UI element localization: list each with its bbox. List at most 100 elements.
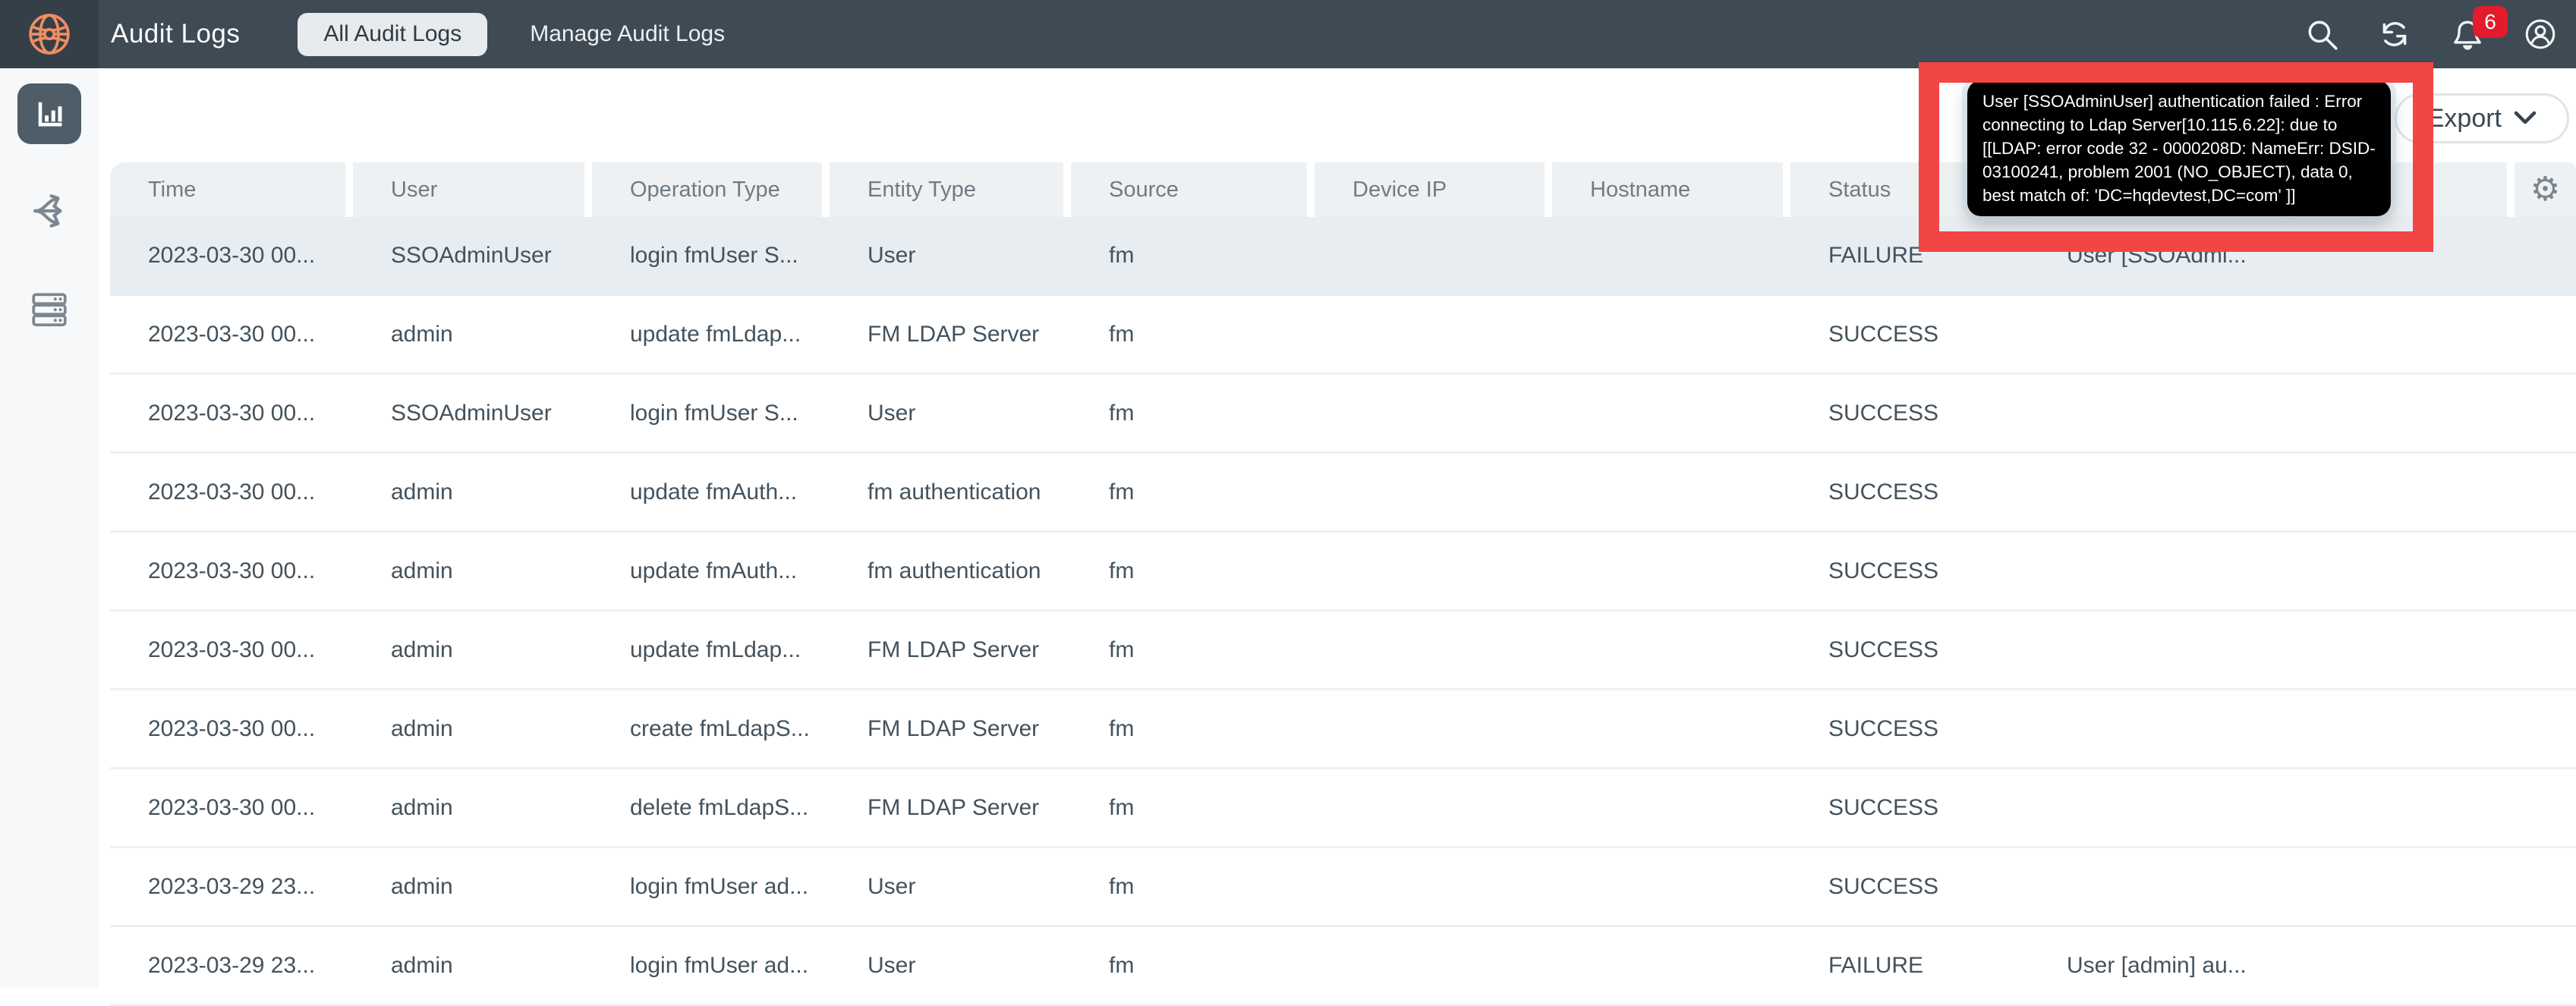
cell-entity: User: [830, 401, 1071, 426]
table-row[interactable]: 2023-03-30 00...SSOAdminUserlogin fmUser…: [110, 217, 2576, 296]
branch-arrows-icon: [29, 190, 70, 231]
cell-status: FAILURE: [1790, 243, 2029, 269]
table-row[interactable]: 2023-03-30 00...admincreate fmLdapS...FM…: [110, 690, 2576, 769]
cell-message: User [admin] au...: [2029, 953, 2515, 979]
cell-operation: update fmAuth...: [592, 479, 830, 505]
search-icon[interactable]: [2304, 17, 2339, 52]
app-logo[interactable]: [0, 0, 99, 68]
cell-operation: login fmUser S...: [592, 401, 830, 426]
server-stack-icon: [29, 289, 70, 330]
cell-source: fm: [1071, 479, 1315, 505]
table-row[interactable]: 2023-03-30 00...adminupdate fmAuth...fm …: [110, 454, 2576, 533]
table-row[interactable]: 2023-03-30 00...adminupdate fmLdap...FM …: [110, 296, 2576, 375]
table-row[interactable]: 2023-03-29 23...adminlogin fmUser ad...U…: [110, 927, 2576, 1006]
tab-all-audit-logs[interactable]: All Audit Logs: [298, 13, 487, 56]
cell-user: admin: [353, 953, 592, 979]
column-header-entity-type[interactable]: Entity Type: [830, 162, 1071, 217]
cell-operation: update fmLdap...: [592, 322, 830, 347]
cell-entity: FM LDAP Server: [830, 637, 1071, 663]
cell-time: 2023-03-30 00...: [110, 795, 353, 821]
cell-user: SSOAdminUser: [353, 401, 592, 426]
cell-source: fm: [1071, 874, 1315, 900]
error-tooltip: User [SSOAdminUser] authentication faile…: [1967, 80, 2391, 216]
cell-time: 2023-03-30 00...: [110, 558, 353, 584]
table-row[interactable]: 2023-03-30 00...admindelete fmLdapS...FM…: [110, 769, 2576, 848]
tab-manage-audit-logs-label: Manage Audit Logs: [530, 21, 725, 46]
cell-status: FAILURE: [1790, 953, 2029, 979]
error-tooltip-line: User [SSOAdminUser] authentication faile…: [1982, 90, 2376, 113]
column-header-user[interactable]: User: [353, 162, 592, 217]
cell-operation: update fmAuth...: [592, 558, 830, 584]
cell-user: admin: [353, 795, 592, 821]
table-row[interactable]: 2023-03-30 00...adminupdate fmAuth...fm …: [110, 533, 2576, 611]
cell-source: fm: [1071, 322, 1315, 347]
cell-operation: login fmUser ad...: [592, 874, 830, 900]
error-tooltip-line: 03100241, problem 2001 (NO_OBJECT), data…: [1982, 160, 2376, 184]
cell-entity: User: [830, 953, 1071, 979]
column-header-hostname[interactable]: Hostname: [1552, 162, 1790, 217]
cell-source: fm: [1071, 795, 1315, 821]
cell-entity: fm authentication: [830, 558, 1071, 584]
cell-status: SUCCESS: [1790, 401, 2029, 426]
chevron-down-icon: [2514, 111, 2537, 126]
column-header-time[interactable]: Time: [110, 162, 353, 217]
bar-chart-icon: [31, 96, 68, 132]
tab-manage-audit-logs[interactable]: Manage Audit Logs: [530, 21, 725, 47]
error-tooltip-line: [[LDAP: error code 32 - 0000208D: NameEr…: [1982, 137, 2376, 160]
header-actions: 6: [2304, 17, 2576, 52]
cell-entity: User: [830, 874, 1071, 900]
column-settings-button[interactable]: ⚙: [2515, 162, 2576, 217]
cell-user: admin: [353, 479, 592, 505]
cell-entity: FM LDAP Server: [830, 716, 1071, 742]
cell-time: 2023-03-30 00...: [110, 716, 353, 742]
cell-time: 2023-03-30 00...: [110, 479, 353, 505]
cell-status: SUCCESS: [1790, 558, 2029, 584]
cell-status: SUCCESS: [1790, 795, 2029, 821]
cell-status: SUCCESS: [1790, 322, 2029, 347]
cell-operation: login fmUser ad...: [592, 953, 830, 979]
sidebar-item-branch-arrows[interactable]: [29, 190, 70, 231]
cell-operation: delete fmLdapS...: [592, 795, 830, 821]
column-header-source[interactable]: Source: [1071, 162, 1315, 217]
cell-source: fm: [1071, 243, 1315, 269]
cell-time: 2023-03-30 00...: [110, 322, 353, 347]
cell-operation: update fmLdap...: [592, 637, 830, 663]
cell-user: admin: [353, 874, 592, 900]
notifications-bell-icon[interactable]: 6: [2450, 17, 2485, 52]
cell-operation: login fmUser S...: [592, 243, 830, 269]
cell-source: fm: [1071, 401, 1315, 426]
left-sidebar: [0, 68, 99, 989]
cell-user: SSOAdminUser: [353, 243, 592, 269]
cell-user: admin: [353, 558, 592, 584]
column-header-operation-type[interactable]: Operation Type: [592, 162, 830, 217]
cell-message: User [SSOAdmi...: [2029, 243, 2515, 269]
cell-status: SUCCESS: [1790, 637, 2029, 663]
refresh-icon[interactable]: [2377, 17, 2412, 52]
cell-user: admin: [353, 716, 592, 742]
error-tooltip-line: best match of: 'DC=hqdevtest,DC=com' ]]: [1982, 184, 2376, 207]
sidebar-item-bar-chart[interactable]: [17, 83, 81, 144]
table-row[interactable]: 2023-03-30 00...SSOAdminUserlogin fmUser…: [110, 375, 2576, 454]
cell-time: 2023-03-29 23...: [110, 874, 353, 900]
top-header-bar: Audit Logs All Audit Logs Manage Audit L…: [0, 0, 2576, 68]
export-button[interactable]: Export: [2395, 93, 2569, 143]
globe-icon: [27, 12, 71, 56]
table-row[interactable]: 2023-03-29 23...adminlogin fmUser ad...U…: [110, 848, 2576, 927]
audit-logs-table: TimeUserOperation TypeEntity TypeSourceD…: [110, 162, 2576, 1006]
cell-source: fm: [1071, 637, 1315, 663]
table-body: 2023-03-30 00...SSOAdminUserlogin fmUser…: [110, 217, 2576, 1006]
table-row[interactable]: 2023-03-30 00...adminupdate fmLdap...FM …: [110, 611, 2576, 690]
cell-entity: FM LDAP Server: [830, 322, 1071, 347]
sidebar-item-server-stack[interactable]: [29, 289, 70, 330]
cell-user: admin: [353, 322, 592, 347]
notification-count-badge: 6: [2473, 6, 2508, 38]
gear-icon: ⚙: [2530, 173, 2560, 206]
cell-time: 2023-03-29 23...: [110, 953, 353, 979]
column-header-device-ip[interactable]: Device IP: [1315, 162, 1552, 217]
cell-time: 2023-03-30 00...: [110, 401, 353, 426]
user-account-icon[interactable]: [2523, 17, 2558, 52]
cell-status: SUCCESS: [1790, 716, 2029, 742]
error-tooltip-line: connecting to Ldap Server[10.115.6.22]: …: [1982, 113, 2376, 137]
cell-user: admin: [353, 637, 592, 663]
export-button-label: Export: [2427, 104, 2502, 134]
